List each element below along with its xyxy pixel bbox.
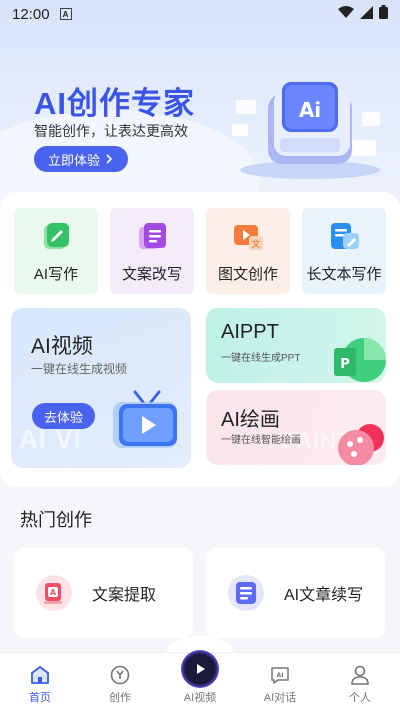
svg-text:Ai: Ai <box>299 98 321 122</box>
try-video-button[interactable]: 去体验 <box>32 403 96 429</box>
hero-banner[interactable]: AI创作专家 智能创作，让表达更高效 立即体验 Ai <box>0 0 400 215</box>
long-text-icon <box>331 223 359 249</box>
main-panel: AI写作 文案改写 文 图文创作 长文本写作 AI VI AI视频 一键在线生成… <box>0 192 400 487</box>
card-title: AI绘画 <box>221 409 280 431</box>
rewrite-icon <box>139 223 166 249</box>
tool-label: 长文本写作 <box>306 266 382 283</box>
hot-item-label: 文案提取 <box>92 587 157 604</box>
tool-grid: AI写作 文案改写 文 图文创作 长文本写作 <box>14 208 386 294</box>
svg-text:AI: AI <box>277 672 284 679</box>
nav-label: 创作 <box>109 692 131 704</box>
ppt-file-icon: P <box>334 338 386 382</box>
tool-rewrite[interactable]: 文案改写 <box>110 208 194 294</box>
card-subtitle: 一键在线生成视频 <box>31 362 128 376</box>
text-extract-icon: A <box>36 575 72 611</box>
card-subtitle: 一键在线智能绘画 <box>221 435 301 446</box>
image-text-icon: 文 <box>234 225 263 250</box>
status-time: 12:00 <box>12 5 50 23</box>
create-icon <box>110 665 130 685</box>
try-now-button[interactable]: 立即体验 <box>34 146 129 172</box>
svg-text:A: A <box>50 588 57 597</box>
nav-create[interactable]: 创作 <box>80 653 160 712</box>
ai-video-icon[interactable] <box>181 650 219 688</box>
hero-title: AI创作专家 <box>34 86 195 121</box>
nav-ai-chat[interactable]: AI AI对话 <box>240 653 320 712</box>
ai-write-icon <box>44 223 69 249</box>
nav-label: 首页 <box>29 692 51 704</box>
signal-icon <box>360 5 373 23</box>
hot-section-title: 热门创作 <box>20 510 92 530</box>
tool-label: AI写作 <box>33 266 79 283</box>
profile-icon <box>351 665 369 685</box>
status-bar: 12:00 A <box>0 0 400 28</box>
home-icon <box>31 666 49 684</box>
card-ai-drawing[interactable]: PAINTIN AI绘画 一键在线智能绘画 <box>206 390 386 465</box>
hot-item-text-extract[interactable]: A 文案提取 <box>14 548 193 638</box>
card-title: AI视频 <box>31 335 93 358</box>
hot-item-article-continue[interactable]: AI文章续写 <box>206 548 385 638</box>
battery-icon <box>379 5 388 23</box>
card-subtitle: 一键在线生成PPT <box>221 353 301 364</box>
ai-chat-icon: AI <box>271 667 289 684</box>
svg-text:P: P <box>340 357 350 372</box>
tool-label: 图文创作 <box>217 266 278 283</box>
hero-subtitle: 智能创作，让表达更高效 <box>34 123 188 139</box>
nav-label: AI视频 <box>183 692 217 704</box>
hot-item-label: AI文章续写 <box>284 587 364 604</box>
nav-profile[interactable]: 个人 <box>320 653 400 712</box>
article-continue-icon <box>228 575 264 611</box>
tool-label: 文案改写 <box>121 266 182 283</box>
ai-robot-illustration: Ai <box>232 82 380 179</box>
tool-image-text[interactable]: 文 图文创作 <box>206 208 290 294</box>
sim-badge: A <box>59 8 72 20</box>
card-ai-video[interactable]: AI VI AI视频 一键在线生成视频 去体验 <box>11 308 191 468</box>
tool-ai-write[interactable]: AI写作 <box>14 208 98 294</box>
nav-label: AI对话 <box>263 692 297 704</box>
card-aippt[interactable]: AIPPT 一键在线生成PPT P <box>206 308 386 383</box>
svg-text:文: 文 <box>251 238 260 250</box>
nav-home[interactable]: 首页 <box>0 653 80 712</box>
palette-icon <box>338 424 384 465</box>
chevron-right-icon <box>104 152 114 167</box>
tool-long-text[interactable]: 长文本写作 <box>302 208 386 294</box>
try-now-label: 立即体验 <box>48 152 101 168</box>
card-title: AIPPT <box>221 321 279 343</box>
tv-play-icon <box>113 390 177 448</box>
nav-label: 个人 <box>349 692 371 704</box>
wifi-icon <box>338 5 354 23</box>
